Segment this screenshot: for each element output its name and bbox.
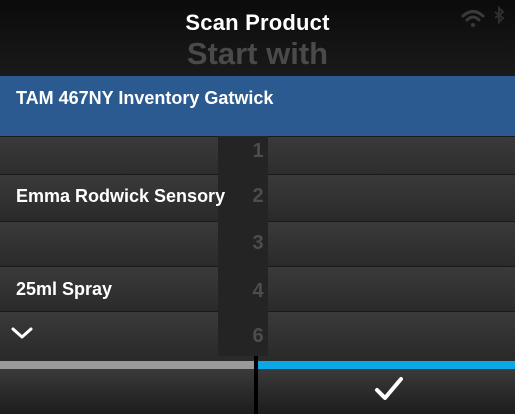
cancel-button[interactable] (0, 369, 254, 414)
chevron-down-icon[interactable] (10, 323, 34, 343)
checkmark-icon (375, 377, 403, 400)
row-number: 6 (252, 325, 264, 347)
row-number: 2 (252, 185, 264, 207)
row-number: 4 (252, 280, 264, 302)
selected-list-item[interactable]: TAM 467NY Inventory Gatwick (0, 76, 515, 136)
list-item[interactable]: 25ml Spray (16, 279, 112, 300)
cancel-indicator-bar (0, 361, 254, 369)
selected-item-label: TAM 467NY Inventory Gatwick (16, 88, 274, 108)
status-icons (461, 6, 505, 27)
list-item[interactable]: Emma Rodwick Sensory (16, 186, 225, 207)
page-title: Scan Product (185, 10, 330, 35)
scan-product-screen: Scan Product Start with 1 2 3 4 6 TAM 46… (0, 0, 515, 414)
bluetooth-icon (494, 6, 505, 25)
row-number: 1 (252, 140, 264, 162)
wifi-icon (461, 10, 485, 27)
header: Scan Product Start with (0, 0, 515, 76)
confirm-button[interactable] (258, 369, 515, 414)
confirm-indicator-bar (258, 361, 515, 369)
background-title: Start with (186, 36, 329, 71)
row-number: 3 (252, 232, 264, 254)
